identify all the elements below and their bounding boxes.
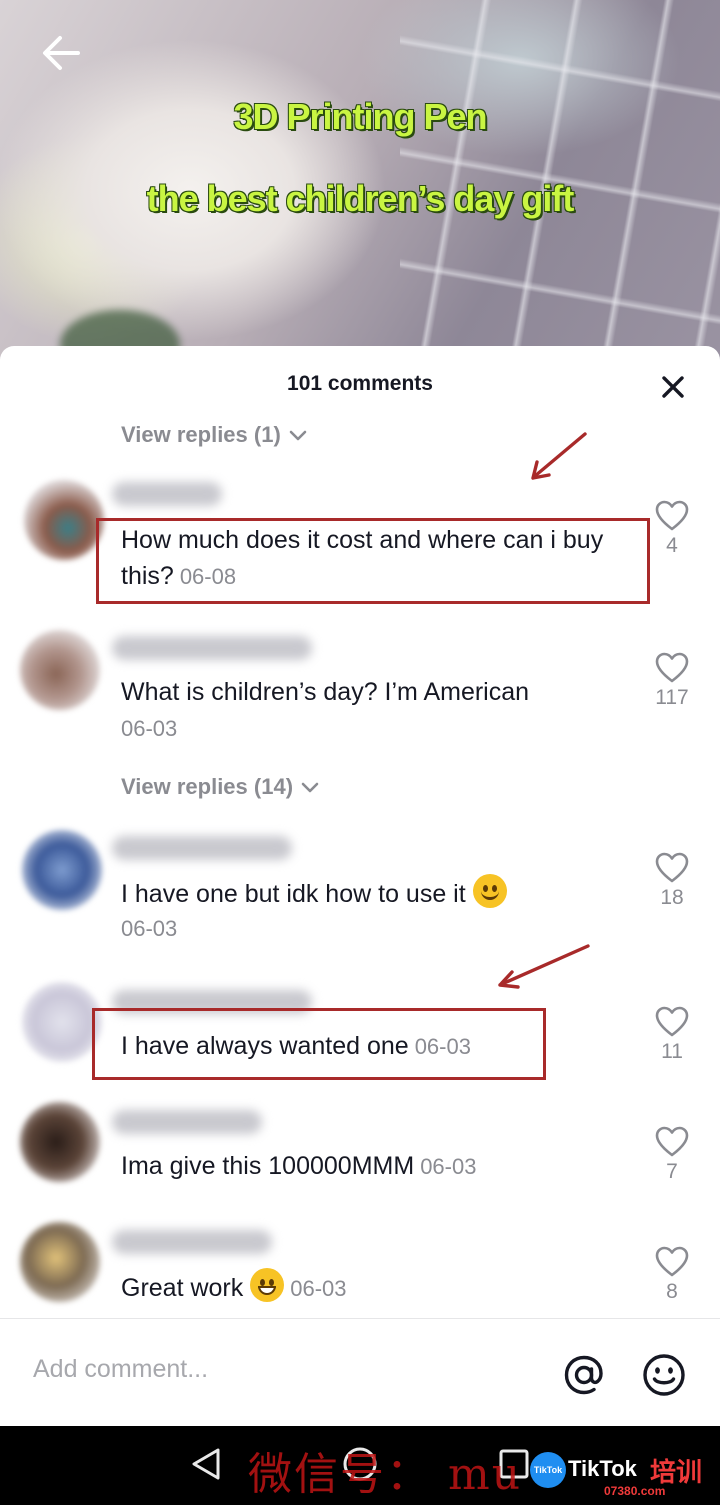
heart-icon	[655, 500, 689, 531]
slightly-smiling-face-icon	[472, 874, 507, 908]
like-count: 117	[655, 686, 689, 709]
annotation-arrow-icon	[531, 432, 587, 480]
view-replies-label: View replies (14)	[121, 774, 294, 799]
chevron-down-icon	[301, 782, 319, 793]
username-blurred[interactable]	[112, 636, 312, 660]
comment-item: What is children’s day? I’m American 06-…	[0, 624, 720, 754]
comment-body: I have one but idk how to use it	[121, 880, 466, 908]
heart-icon	[655, 1246, 689, 1277]
comment-text: Ima give this 100000MMM 06-03	[121, 1148, 641, 1185]
view-replies-button[interactable]: View replies (1)	[121, 422, 309, 448]
comment-item: Ima give this 100000MMM 06-03 7	[0, 1098, 720, 1208]
username-blurred[interactable]	[112, 1230, 272, 1254]
view-replies-label: View replies (1)	[121, 422, 281, 447]
like-button[interactable]: 4	[650, 500, 694, 558]
like-button[interactable]: 7	[650, 1126, 694, 1184]
watermark-text: 微信号： mu	[248, 1449, 523, 1500]
comment-input-bar: Add comment...	[0, 1318, 720, 1426]
avatar[interactable]	[20, 630, 100, 710]
comment-item: Great work 06-03 8	[0, 1218, 720, 1318]
annotation-arrow-icon	[498, 944, 590, 989]
video-overlay-subtitle: the best children’s day gift	[146, 178, 575, 219]
like-count: 7	[666, 1160, 678, 1183]
like-count: 18	[660, 886, 684, 909]
avatar[interactable]	[22, 830, 102, 910]
like-button[interactable]: 8	[650, 1246, 694, 1304]
comment-date: 06-03	[290, 1276, 347, 1301]
username-blurred[interactable]	[112, 1110, 262, 1134]
watermark-brand: TikTok	[568, 1456, 637, 1481]
comment-input[interactable]: Add comment...	[33, 1355, 208, 1384]
highlight-box	[96, 518, 650, 604]
highlight-box	[92, 1008, 546, 1080]
tiktok-logo-icon: TikTok	[530, 1452, 566, 1488]
heart-icon	[655, 652, 689, 683]
avatar[interactable]	[22, 982, 102, 1062]
nav-back-icon[interactable]	[188, 1446, 224, 1482]
video-overlay-title: 3D Printing Pen	[233, 96, 487, 137]
heart-icon	[655, 852, 689, 883]
like-count: 11	[661, 1040, 683, 1063]
avatar[interactable]	[20, 1102, 100, 1182]
comment-body: Ima give this 100000MMM	[121, 1152, 415, 1180]
username-blurred[interactable]	[112, 482, 222, 506]
like-button[interactable]: 18	[650, 852, 694, 910]
mention-at-icon[interactable]	[560, 1351, 608, 1399]
avatar[interactable]	[20, 1222, 100, 1302]
comment-text: I have one but idk how to use it	[121, 874, 641, 912]
like-button[interactable]: 11	[650, 1006, 694, 1064]
heart-icon	[655, 1006, 689, 1037]
video-background: 3D Printing Pen the best children’s day …	[0, 0, 720, 370]
comments-sheet: 101 comments View replies (1) How much d…	[0, 346, 720, 1426]
like-button[interactable]: 117	[650, 652, 694, 710]
back-arrow-icon[interactable]	[38, 30, 84, 76]
like-count: 4	[666, 534, 678, 557]
view-replies-button[interactable]: View replies (14)	[121, 774, 321, 800]
grinning-face-icon	[250, 1268, 285, 1302]
avatar[interactable]	[24, 480, 104, 560]
system-navigation-bar: 微信号： mu TikTok TikTok 培训 07380.com	[0, 1426, 720, 1505]
comment-item: I have one but idk how to use it 06-03 1…	[0, 824, 720, 954]
comment-body: Great work	[121, 1274, 244, 1302]
username-blurred[interactable]	[112, 836, 292, 860]
comment-date: 06-03	[420, 1154, 477, 1179]
comment-text: Great work 06-03	[121, 1268, 641, 1307]
chevron-down-icon	[289, 430, 307, 441]
like-count: 8	[666, 1280, 678, 1303]
comment-text: What is children’s day? I’m American	[121, 674, 641, 710]
comment-date: 06-03	[121, 916, 178, 941]
heart-icon	[655, 1126, 689, 1157]
watermark-url: 07380.com	[604, 1484, 666, 1498]
close-icon[interactable]	[656, 370, 690, 404]
comment-date: 06-03	[121, 716, 178, 741]
comment-body: What is children’s day? I’m American	[121, 678, 530, 706]
emoji-picker-icon[interactable]	[640, 1351, 688, 1399]
comments-count-title: 101 comments	[287, 372, 433, 395]
